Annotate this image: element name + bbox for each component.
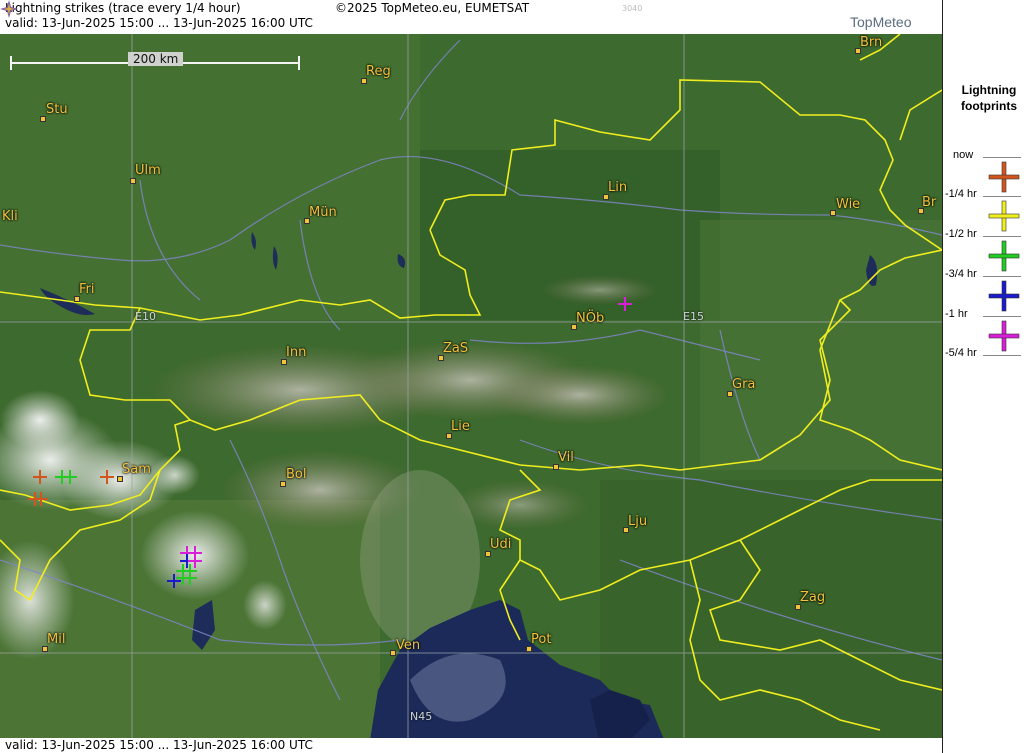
city-marker (130, 178, 136, 184)
grid-label-n45: N45 (410, 710, 433, 723)
satellite-map: Lightning strikes (trace every 1/4 hour)… (0, 0, 942, 753)
city-label-fri: Fri (79, 282, 95, 297)
scale-bar: 200 km (10, 52, 300, 70)
city-label-bol: Bol (286, 467, 307, 482)
city-label-lju: Lju (628, 514, 648, 529)
legend-title: Lightning footprints (943, 82, 1034, 114)
city-label-udi: Udi (490, 537, 512, 552)
legend-cross-half-icon (988, 240, 1020, 272)
copyright: ©2025 TopMeteo.eu, EUMETSAT (335, 1, 530, 15)
city-label-inn: Inn (286, 345, 307, 360)
city-label-ulm: Ulm (135, 163, 161, 178)
city-label-lie: Lie (451, 419, 470, 434)
city-label-mil: Mil (47, 632, 66, 647)
legend-label-one-hour: -1 hr (945, 308, 968, 320)
city-label-gra: Gra (732, 377, 756, 392)
legend-cross-three-quarter-icon (988, 280, 1020, 312)
city-label-mun: Mün (309, 205, 337, 220)
city-label-wie: Wie (836, 197, 861, 212)
legend-title-line2: footprints (961, 99, 1017, 113)
legend-label-three-quarter: -3/4 hr (945, 268, 977, 280)
city-label-sam: Sam (122, 462, 151, 477)
legend-cross-quarter-icon (988, 200, 1020, 232)
footer-valid-time: valid: 13-Jun-2025 15:00 ... 13-Jun-2025… (5, 738, 313, 752)
image-code: 3040 (622, 4, 643, 13)
legend-label-quarter: -1/4 hr (945, 188, 977, 200)
grid-label-e15: E15 (683, 310, 704, 323)
scale-label: 200 km (128, 52, 184, 66)
grid-label-e10: E10 (135, 310, 156, 323)
legend-label-five-quarter: -5/4 hr (945, 347, 977, 359)
city-label-vil: Vil (558, 450, 574, 465)
legend-label-half: -1/2 hr (945, 228, 977, 240)
map-footer: valid: 13-Jun-2025 15:00 ... 13-Jun-2025… (0, 738, 942, 753)
city-label-zas: ZaS (443, 341, 469, 356)
city-label-lin: Lin (608, 180, 628, 195)
legend-cross-one-hour-icon (988, 320, 1020, 352)
city-label-kli: Kli (2, 209, 18, 224)
city-label-nob: NÖb (576, 311, 605, 326)
city-label-br: Br (922, 195, 937, 210)
city-label-brn: Brn (860, 35, 883, 50)
city-label-zag: Zag (800, 590, 826, 605)
lightning-legend: Lightning footprints now -1/4 hr -1/2 hr… (942, 0, 1034, 753)
map-title: Lightning strikes (trace every 1/4 hour) (5, 1, 241, 15)
city-label-ven: Ven (396, 638, 421, 653)
legend-cross-now-icon (988, 161, 1020, 193)
compass-star-icon (0, 0, 18, 18)
valid-time: valid: 13-Jun-2025 15:00 ... 13-Jun-2025… (5, 16, 313, 30)
city-label-reg: Reg (366, 64, 391, 79)
city-label-stu: Stu (46, 102, 68, 117)
map-header: Lightning strikes (trace every 1/4 hour)… (0, 0, 942, 34)
map-graphics (0, 0, 942, 753)
city-label-pot: Pot (531, 632, 552, 647)
legend-label-now: now (953, 149, 974, 161)
legend-title-line1: Lightning (961, 83, 1017, 97)
topmeteo-logo: TopMeteo (850, 14, 912, 30)
